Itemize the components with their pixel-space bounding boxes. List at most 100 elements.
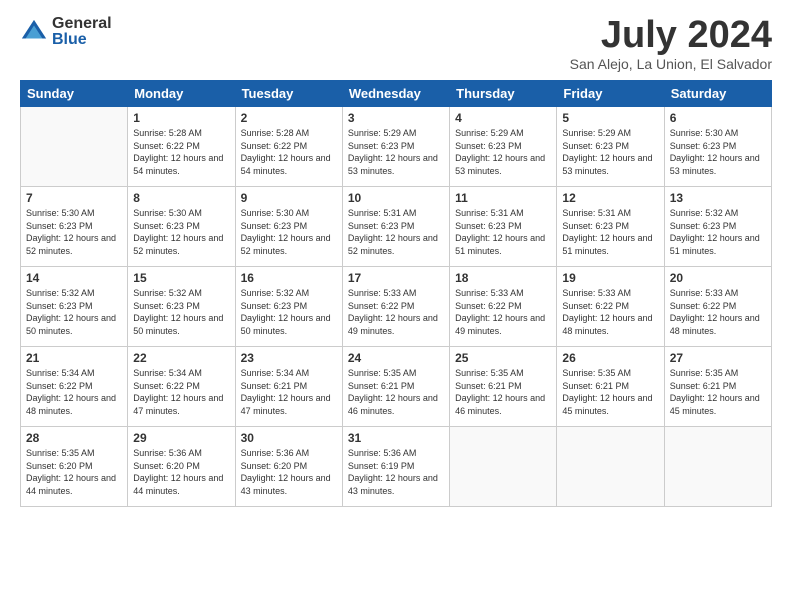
calendar-cell: 8 Sunrise: 5:30 AMSunset: 6:23 PMDaylight… <box>128 187 235 267</box>
location: San Alejo, La Union, El Salvador <box>570 56 772 72</box>
day-info: Sunrise: 5:34 AMSunset: 6:22 PMDaylight:… <box>26 367 122 417</box>
calendar-cell: 2 Sunrise: 5:28 AMSunset: 6:22 PMDaylight… <box>235 107 342 187</box>
calendar-cell <box>557 427 664 507</box>
calendar-cell: 9 Sunrise: 5:30 AMSunset: 6:23 PMDaylight… <box>235 187 342 267</box>
day-number: 19 <box>562 271 658 285</box>
day-info: Sunrise: 5:36 AMSunset: 6:19 PMDaylight:… <box>348 447 444 497</box>
calendar-cell: 31Sunrise: 5:36 AMSunset: 6:19 PMDayligh… <box>342 427 449 507</box>
day-info: Sunrise: 5:36 AMSunset: 6:20 PMDaylight:… <box>133 447 229 497</box>
day-number: 28 <box>26 431 122 445</box>
calendar-header-wednesday: Wednesday <box>342 81 449 107</box>
day-number: 16 <box>241 271 337 285</box>
calendar-cell: 28 Sunrise: 5:35 AMSunset: 6:20 PMDayligh… <box>21 427 128 507</box>
day-number: 25 <box>455 351 551 365</box>
day-info: Sunrise: 5:31 AMSunset: 6:23 PMDaylight:… <box>455 207 551 257</box>
day-number: 18 <box>455 271 551 285</box>
logo-blue: Blue <box>52 32 112 48</box>
calendar-week-row: 21Sunrise: 5:34 AMSunset: 6:22 PMDayligh… <box>21 347 772 427</box>
day-number: 17 <box>348 271 444 285</box>
day-info: Sunrise: 5:30 AMSunset: 6:23 PMDaylight:… <box>26 207 122 257</box>
day-info: Sunrise: 5:32 AMSunset: 6:23 PMDaylight:… <box>133 287 229 337</box>
calendar-cell: 24 Sunrise: 5:35 AMSunset: 6:21 PMDayligh… <box>342 347 449 427</box>
calendar-cell: 27Sunrise: 5:35 AMSunset: 6:21 PMDayligh… <box>664 347 771 427</box>
day-number: 2 <box>241 111 337 125</box>
calendar-header-monday: Monday <box>128 81 235 107</box>
calendar-cell: 23 Sunrise: 5:34 AMSunset: 6:21 PMDayligh… <box>235 347 342 427</box>
day-number: 9 <box>241 191 337 205</box>
day-number: 3 <box>348 111 444 125</box>
logo-general: General <box>52 16 112 32</box>
calendar-cell: 12Sunrise: 5:31 AMSunset: 6:23 PMDayligh… <box>557 187 664 267</box>
calendar-cell: 5 Sunrise: 5:29 AMSunset: 6:23 PMDaylight… <box>557 107 664 187</box>
day-info: Sunrise: 5:30 AMSunset: 6:23 PMDaylight:… <box>241 207 337 257</box>
day-number: 20 <box>670 271 766 285</box>
calendar-week-row: 14 Sunrise: 5:32 AMSunset: 6:23 PMDayligh… <box>21 267 772 347</box>
day-info: Sunrise: 5:33 AMSunset: 6:22 PMDaylight:… <box>562 287 658 337</box>
day-number: 29 <box>133 431 229 445</box>
day-number: 26 <box>562 351 658 365</box>
logo-icon <box>20 18 48 46</box>
day-info: Sunrise: 5:30 AMSunset: 6:23 PMDaylight:… <box>670 127 766 177</box>
calendar-header-thursday: Thursday <box>450 81 557 107</box>
day-info: Sunrise: 5:35 AMSunset: 6:21 PMDaylight:… <box>348 367 444 417</box>
calendar-cell: 15 Sunrise: 5:32 AMSunset: 6:23 PMDayligh… <box>128 267 235 347</box>
calendar-cell: 19 Sunrise: 5:33 AMSunset: 6:22 PMDayligh… <box>557 267 664 347</box>
calendar-cell: 17 Sunrise: 5:33 AMSunset: 6:22 PMDayligh… <box>342 267 449 347</box>
calendar-cell: 14 Sunrise: 5:32 AMSunset: 6:23 PMDayligh… <box>21 267 128 347</box>
calendar-cell: 1 Sunrise: 5:28 AMSunset: 6:22 PMDaylight… <box>128 107 235 187</box>
day-info: Sunrise: 5:30 AMSunset: 6:23 PMDaylight:… <box>133 207 229 257</box>
calendar-cell: 7 Sunrise: 5:30 AMSunset: 6:23 PMDaylight… <box>21 187 128 267</box>
day-info: Sunrise: 5:29 AMSunset: 6:23 PMDaylight:… <box>562 127 658 177</box>
day-number: 7 <box>26 191 122 205</box>
day-info: Sunrise: 5:29 AMSunset: 6:23 PMDaylight:… <box>455 127 551 177</box>
calendar-cell: 29 Sunrise: 5:36 AMSunset: 6:20 PMDayligh… <box>128 427 235 507</box>
day-number: 6 <box>670 111 766 125</box>
day-number: 15 <box>133 271 229 285</box>
calendar-cell: 25Sunrise: 5:35 AMSunset: 6:21 PMDayligh… <box>450 347 557 427</box>
day-number: 23 <box>241 351 337 365</box>
day-info: Sunrise: 5:28 AMSunset: 6:22 PMDaylight:… <box>133 127 229 177</box>
calendar-header-tuesday: Tuesday <box>235 81 342 107</box>
calendar-cell: 4 Sunrise: 5:29 AMSunset: 6:23 PMDaylight… <box>450 107 557 187</box>
calendar-week-row: 7 Sunrise: 5:30 AMSunset: 6:23 PMDaylight… <box>21 187 772 267</box>
day-info: Sunrise: 5:32 AMSunset: 6:23 PMDaylight:… <box>241 287 337 337</box>
day-info: Sunrise: 5:32 AMSunset: 6:23 PMDaylight:… <box>26 287 122 337</box>
day-number: 5 <box>562 111 658 125</box>
calendar: SundayMondayTuesdayWednesdayThursdayFrid… <box>20 80 772 507</box>
day-info: Sunrise: 5:34 AMSunset: 6:21 PMDaylight:… <box>241 367 337 417</box>
calendar-cell <box>450 427 557 507</box>
day-info: Sunrise: 5:33 AMSunset: 6:22 PMDaylight:… <box>348 287 444 337</box>
calendar-header-friday: Friday <box>557 81 664 107</box>
day-info: Sunrise: 5:33 AMSunset: 6:22 PMDaylight:… <box>670 287 766 337</box>
calendar-cell: 18Sunrise: 5:33 AMSunset: 6:22 PMDayligh… <box>450 267 557 347</box>
day-number: 12 <box>562 191 658 205</box>
day-info: Sunrise: 5:35 AMSunset: 6:20 PMDaylight:… <box>26 447 122 497</box>
header: General Blue July 2024 San Alejo, La Uni… <box>20 16 772 72</box>
calendar-header-row: SundayMondayTuesdayWednesdayThursdayFrid… <box>21 81 772 107</box>
calendar-cell: 6 Sunrise: 5:30 AMSunset: 6:23 PMDaylight… <box>664 107 771 187</box>
day-number: 8 <box>133 191 229 205</box>
day-info: Sunrise: 5:35 AMSunset: 6:21 PMDaylight:… <box>562 367 658 417</box>
logo: General Blue <box>20 16 112 48</box>
title-section: July 2024 San Alejo, La Union, El Salvad… <box>570 16 772 72</box>
day-info: Sunrise: 5:34 AMSunset: 6:22 PMDaylight:… <box>133 367 229 417</box>
calendar-cell: 26 Sunrise: 5:35 AMSunset: 6:21 PMDayligh… <box>557 347 664 427</box>
calendar-header-saturday: Saturday <box>664 81 771 107</box>
day-number: 11 <box>455 191 551 205</box>
calendar-cell: 13Sunrise: 5:32 AMSunset: 6:23 PMDayligh… <box>664 187 771 267</box>
calendar-cell: 11 Sunrise: 5:31 AMSunset: 6:23 PMDayligh… <box>450 187 557 267</box>
calendar-cell: 30Sunrise: 5:36 AMSunset: 6:20 PMDayligh… <box>235 427 342 507</box>
calendar-cell: 16 Sunrise: 5:32 AMSunset: 6:23 PMDayligh… <box>235 267 342 347</box>
day-info: Sunrise: 5:28 AMSunset: 6:22 PMDaylight:… <box>241 127 337 177</box>
calendar-cell: 10Sunrise: 5:31 AMSunset: 6:23 PMDayligh… <box>342 187 449 267</box>
day-number: 13 <box>670 191 766 205</box>
month-title: July 2024 <box>570 16 772 54</box>
day-number: 1 <box>133 111 229 125</box>
calendar-cell: 20 Sunrise: 5:33 AMSunset: 6:22 PMDayligh… <box>664 267 771 347</box>
day-number: 4 <box>455 111 551 125</box>
day-number: 24 <box>348 351 444 365</box>
day-info: Sunrise: 5:31 AMSunset: 6:23 PMDaylight:… <box>348 207 444 257</box>
day-number: 30 <box>241 431 337 445</box>
day-number: 14 <box>26 271 122 285</box>
calendar-cell: 22Sunrise: 5:34 AMSunset: 6:22 PMDayligh… <box>128 347 235 427</box>
